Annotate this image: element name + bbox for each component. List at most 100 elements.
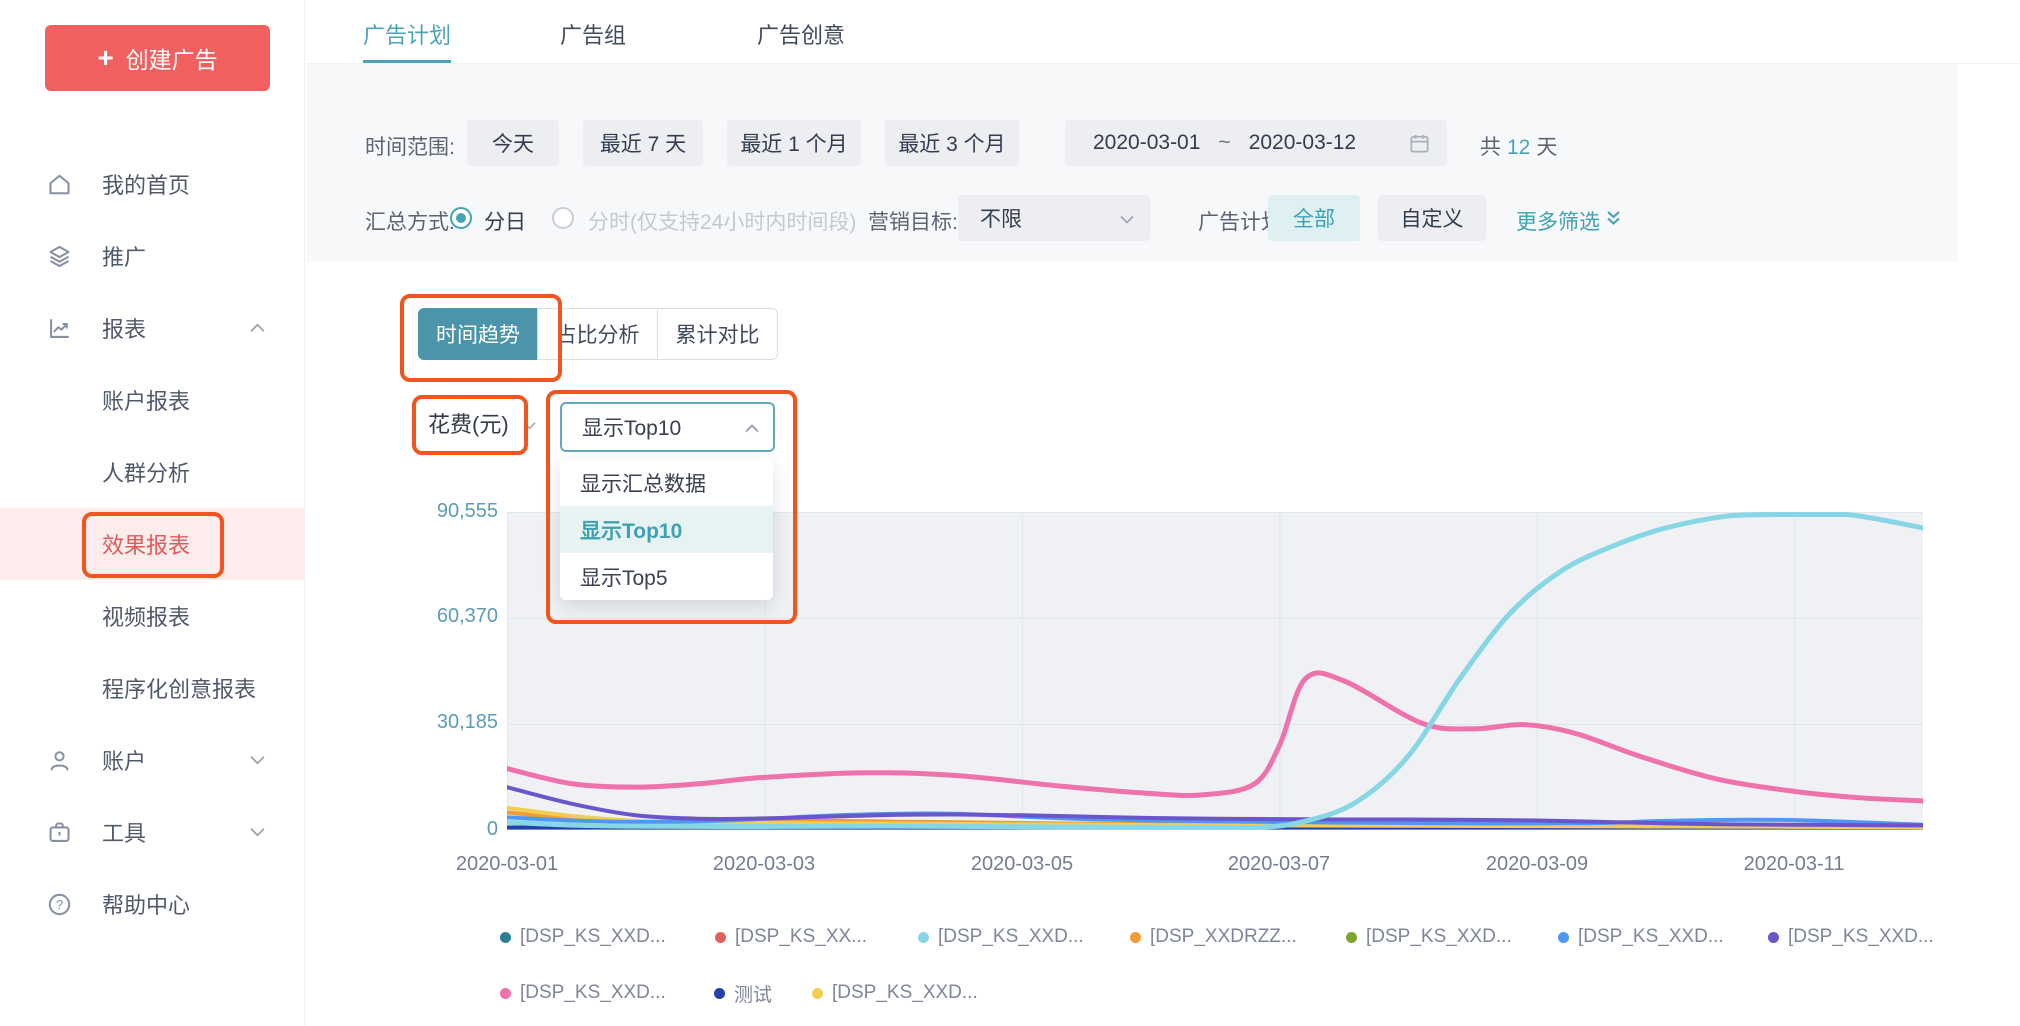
legend-label: [DSP_KS_XXD... [520,982,666,1004]
legend-label: [DSP_KS_XXD... [832,982,978,1004]
sidebar-item-label: 账户 [102,744,146,776]
legend-item-10[interactable]: [DSP_KS_XXD... [812,978,978,1008]
svg-text:?: ? [55,897,62,912]
legend-item-5[interactable]: [DSP_KS_XXD... [1346,922,1512,952]
date-end: 2020-03-12 [1249,131,1356,155]
legend-dot [812,988,823,999]
x-axis-tick-label: 2020-03-01 [417,853,597,876]
create-ad-label: 创建广告 [126,41,218,75]
view-tab-3[interactable]: 累计对比 [657,308,778,360]
legend-dot [1346,932,1357,943]
more-filters-button[interactable]: 更多筛选 [1516,206,1622,236]
sidebar-item-10[interactable]: 工具 [0,796,305,868]
home-icon [45,170,73,198]
legend-dot [1130,932,1141,943]
metric-label: 花费(元) [428,407,509,439]
sidebar-subitem-8[interactable]: 程序化创意报表 [0,652,305,724]
legend-item-1[interactable]: [DSP_KS_XXD... [500,922,666,952]
sidebar-subitem-4[interactable]: 账户报表 [0,364,305,436]
chevron-down-icon [250,824,266,840]
sidebar-item-3[interactable]: 报表 [0,292,305,364]
marketing-target-label: 营销目标: [868,206,958,236]
marketing-target-select[interactable]: 不限 [958,195,1150,241]
tab-3[interactable]: 广告创意 [757,18,845,50]
user-icon [45,746,73,774]
sidebar-item-label: 账户报表 [102,384,190,416]
topn-select[interactable]: 显示Top10 [560,402,775,452]
tab-1[interactable]: 广告计划 [363,18,451,50]
sidebar-item-1[interactable]: 我的首页 [0,148,305,220]
sidebar-subitem-7[interactable]: 视频报表 [0,580,305,652]
total-days: 共12天 [1480,131,1557,161]
help-icon: ? [45,890,73,918]
legend-label: [DSP_XXDRZZ... [1150,926,1297,948]
legend-item-2[interactable]: [DSP_KS_XX... [715,922,867,952]
date-tilde: ~ [1218,131,1230,155]
sidebar-item-label: 报表 [102,312,146,344]
topn-option-3[interactable]: 显示Top5 [560,553,773,600]
plus-icon: + [97,44,113,72]
radio-daily[interactable] [450,207,472,229]
chevron-down-icon [1120,206,1134,230]
sidebar-item-label: 视频报表 [102,600,190,632]
report-icon [45,314,73,342]
sidebar-subitem-5[interactable]: 人群分析 [0,436,305,508]
sidebar-item-2[interactable]: 推广 [0,220,305,292]
y-axis-tick-label: 90,555 [360,500,498,523]
view-tab-2[interactable]: 占比分析 [537,308,658,360]
legend-dot [500,932,511,943]
create-ad-button[interactable]: + 创建广告 [45,25,270,91]
x-axis-tick-label: 2020-03-07 [1189,853,1369,876]
quick-range-button-1[interactable]: 今天 [467,120,559,166]
sidebar-subitem-6[interactable]: 效果报表 [0,508,305,580]
chevron-down-icon [250,752,266,768]
quick-range-button-3[interactable]: 最近 1 个月 [727,120,861,166]
legend-item-9[interactable]: 测试 [714,978,772,1008]
radio-hourly[interactable] [552,207,574,229]
date-start: 2020-03-01 [1093,131,1200,155]
y-axis-tick-label: 60,370 [360,605,498,628]
legend-item-3[interactable]: [DSP_KS_XXD... [918,922,1084,952]
double-chevron-down-icon [1605,209,1622,233]
metric-select[interactable]: 花费(元) [428,407,536,439]
chevron-up-icon [745,415,759,439]
view-tab-1[interactable]: 时间趋势 [418,308,538,360]
topn-dropdown-panel: 显示汇总数据显示Top10显示Top5 [560,459,773,600]
quick-range-button-2[interactable]: 最近 7 天 [583,120,703,166]
chevron-up-icon [250,320,266,336]
legend-label: [DSP_KS_XXD... [1366,926,1512,948]
toolbox-icon [45,818,73,846]
calendar-icon[interactable] [1408,132,1431,155]
legend-dot [715,932,726,943]
legend-label: [DSP_KS_XX... [735,926,867,948]
chart-view-toggle: 时间趋势占比分析累计对比 [418,308,778,360]
x-axis-tick-label: 2020-03-03 [674,853,854,876]
topn-option-1[interactable]: 显示汇总数据 [560,459,773,506]
date-range-picker[interactable]: 2020-03-01 ~ 2020-03-12 [1065,120,1447,166]
sidebar-item-label: 人群分析 [102,456,190,488]
legend-dot [714,988,725,999]
sidebar-item-label: 效果报表 [102,528,190,560]
sidebar: + 创建广告 我的首页推广报表账户报表人群分析效果报表视频报表程序化创意报表账户… [0,0,305,1026]
topn-select-value: 显示Top10 [582,412,681,442]
legend-item-7[interactable]: [DSP_KS_XXD... [1768,922,1934,952]
layers-icon [45,242,73,270]
legend-dot [918,932,929,943]
summary-mode-label: 汇总方式: [365,206,455,236]
plan-custom-button[interactable]: 自定义 [1378,195,1486,241]
sidebar-item-label: 程序化创意报表 [102,672,256,704]
topn-option-2[interactable]: 显示Top10 [560,506,773,553]
page: + 创建广告 我的首页推广报表账户报表人群分析效果报表视频报表程序化创意报表账户… [0,0,2020,1026]
legend-dot [1768,932,1779,943]
legend-item-6[interactable]: [DSP_KS_XXD... [1558,922,1724,952]
legend-item-4[interactable]: [DSP_XXDRZZ... [1130,922,1297,952]
sidebar-item-label: 帮助中心 [102,888,190,920]
radio-daily-label[interactable]: 分日 [484,206,526,236]
sidebar-item-11[interactable]: ? 帮助中心 [0,868,305,940]
legend-item-8[interactable]: [DSP_KS_XXD... [500,978,666,1008]
quick-range-button-4[interactable]: 最近 3 个月 [885,120,1019,166]
tab-2[interactable]: 广告组 [560,18,626,50]
sidebar-item-9[interactable]: 账户 [0,724,305,796]
plan-all-button[interactable]: 全部 [1268,195,1360,241]
radio-hourly-label[interactable]: 分时(仅支持24小时内时间段) [588,206,856,236]
